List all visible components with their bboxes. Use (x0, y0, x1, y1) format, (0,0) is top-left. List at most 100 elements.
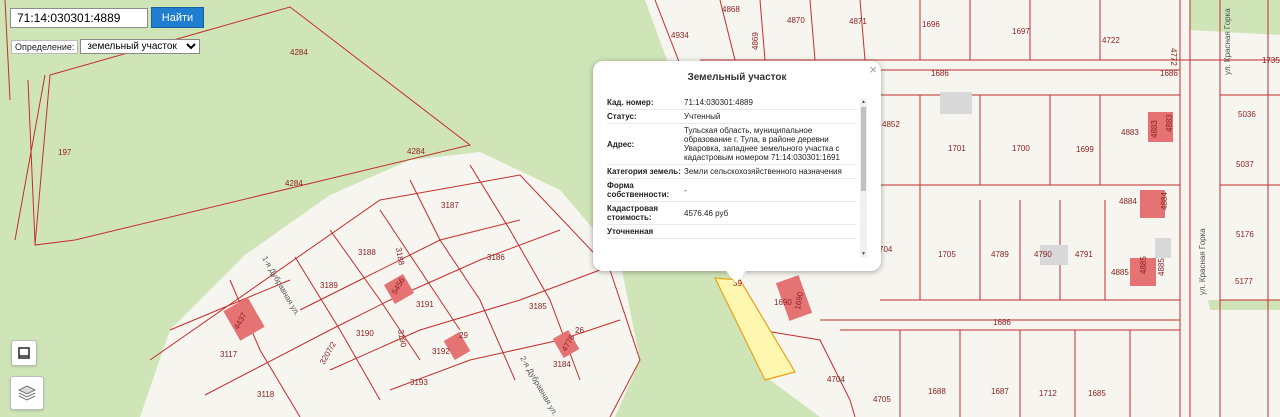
popup-body[interactable]: Кад. номер: 71:14:030301:4889 Статус: Учте… (607, 96, 857, 258)
svg-text:1685: 1685 (1088, 389, 1106, 398)
svg-text:3117: 3117 (220, 350, 238, 359)
svg-text:4704: 4704 (827, 375, 845, 384)
row-value: Земли сельскохозяйственного назначения (684, 164, 857, 179)
svg-text:4791: 4791 (1075, 250, 1093, 259)
table-row: Статус: Учтенный (607, 109, 857, 124)
row-value: 71:14:030301:4889 (684, 96, 857, 110)
svg-text:5036: 5036 (1238, 110, 1256, 119)
svg-text:4722: 4722 (1102, 36, 1120, 45)
parcel-info-table: Кад. номер: 71:14:030301:4889 Статус: Учте… (607, 96, 857, 239)
svg-text:1700: 1700 (1012, 144, 1030, 153)
svg-text:4885: 4885 (1139, 256, 1148, 274)
layers-button[interactable] (10, 376, 44, 410)
svg-text:4284: 4284 (290, 48, 308, 57)
layers-icon (17, 385, 37, 401)
svg-text:1735: 1735 (1262, 56, 1280, 65)
svg-text:1690: 1690 (774, 298, 792, 307)
svg-text:4885: 4885 (1111, 268, 1129, 277)
definition-control: Определение: земельный участок (11, 39, 201, 54)
table-row: Категория земель: Земли сельскохозяйствен… (607, 164, 857, 179)
row-value: 4576.46 руб (684, 201, 857, 225)
svg-text:1697: 1697 (1012, 27, 1030, 36)
row-key: Уточненная (607, 224, 684, 239)
svg-text:3188: 3188 (358, 248, 376, 257)
svg-text:5177: 5177 (1235, 277, 1253, 286)
svg-text:3185: 3185 (529, 302, 547, 311)
svg-text:3118: 3118 (257, 390, 275, 399)
row-value: Тульская область, муниципальное образова… (684, 123, 857, 165)
svg-text:3186: 3186 (487, 253, 505, 262)
search-bar: Найти (10, 7, 204, 28)
svg-text:3189: 3189 (320, 281, 338, 290)
frame-icon (18, 347, 30, 359)
svg-text:26: 26 (575, 326, 584, 335)
row-key: Адрес: (607, 123, 684, 165)
svg-text:1699: 1699 (1076, 145, 1094, 154)
svg-text:1705: 1705 (938, 250, 956, 259)
svg-text:1696: 1696 (922, 20, 940, 29)
svg-text:4885: 4885 (1157, 258, 1166, 276)
row-value: Учтенный (684, 109, 857, 124)
svg-text:ул. Красная Горка: ул. Красная Горка (1223, 8, 1232, 75)
table-row: Кад. номер: 71:14:030301:4889 (607, 96, 857, 110)
svg-text:4705: 4705 (873, 395, 891, 404)
table-row: Форма собственности: - (607, 178, 857, 202)
svg-text:4870: 4870 (787, 16, 805, 25)
svg-text:4871: 4871 (849, 17, 867, 26)
svg-text:197: 197 (58, 148, 72, 157)
svg-text:1701: 1701 (948, 144, 966, 153)
svg-text:4790: 4790 (1034, 250, 1052, 259)
cadastral-search-input[interactable] (10, 7, 148, 28)
svg-text:4868: 4868 (722, 5, 740, 14)
green-patch-2 (1208, 300, 1280, 310)
scroll-down-icon[interactable]: ▼ (860, 251, 867, 257)
svg-text:5176: 5176 (1236, 230, 1254, 239)
svg-text:4883: 4883 (1150, 120, 1159, 138)
svg-text:ул. Красная Горка: ул. Красная Горка (1198, 228, 1207, 295)
popup-scrollbar[interactable]: ▲ ▼ (860, 99, 867, 257)
table-row: Адрес: Тульская область, муниципальное об… (607, 123, 857, 165)
svg-text:4852: 4852 (882, 120, 900, 129)
svg-text:1686: 1686 (993, 318, 1011, 327)
svg-text:4772: 4772 (1169, 48, 1178, 66)
svg-text:4869: 4869 (751, 32, 760, 50)
svg-text:4284: 4284 (285, 179, 303, 188)
row-key: Категория земель: (607, 164, 684, 179)
row-key: Статус: (607, 109, 684, 124)
svg-text:4884: 4884 (1160, 192, 1169, 210)
scrollbar-thumb[interactable] (861, 107, 866, 191)
svg-text:3192: 3192 (432, 347, 450, 356)
svg-text:1686: 1686 (931, 69, 949, 78)
svg-text:4284: 4284 (407, 147, 425, 156)
svg-text:3191: 3191 (416, 300, 434, 309)
parcel-info-popup: × Земельный участок Кад. номер: 71:14:030… (593, 61, 881, 283)
row-value: - (684, 178, 857, 202)
svg-text:5037: 5037 (1236, 160, 1254, 169)
svg-text:3193: 3193 (410, 378, 428, 387)
row-key: Кадастровая стоимость: (607, 201, 684, 225)
definition-label: Определение: (11, 39, 79, 54)
svg-text:3190: 3190 (356, 329, 374, 338)
svg-text:704: 704 (879, 245, 893, 254)
row-key: Кад. номер: (607, 96, 684, 110)
svg-text:1686: 1686 (1160, 69, 1178, 78)
svg-text:29: 29 (459, 331, 468, 340)
svg-text:3184: 3184 (553, 360, 571, 369)
svg-text:4934: 4934 (671, 31, 689, 40)
svg-text:4883: 4883 (1121, 128, 1139, 137)
popup-title: Земельный участок (687, 72, 787, 83)
svg-text:4883: 4883 (1165, 114, 1174, 132)
svg-text:3187: 3187 (441, 201, 459, 210)
svg-text:1712: 1712 (1039, 389, 1057, 398)
table-row: Уточненная (607, 224, 857, 239)
svg-text:1688: 1688 (928, 387, 946, 396)
svg-text:4789: 4789 (991, 250, 1009, 259)
green-patch (1190, 0, 1280, 35)
search-button[interactable]: Найти (151, 7, 204, 28)
svg-text:1687: 1687 (991, 387, 1009, 396)
table-row: Кадастровая стоимость: 4576.46 руб (607, 201, 857, 225)
scroll-up-icon[interactable]: ▲ (860, 99, 867, 105)
frame-button[interactable] (11, 340, 37, 366)
svg-text:4884: 4884 (1119, 197, 1137, 206)
definition-select[interactable]: земельный участок (80, 39, 201, 54)
